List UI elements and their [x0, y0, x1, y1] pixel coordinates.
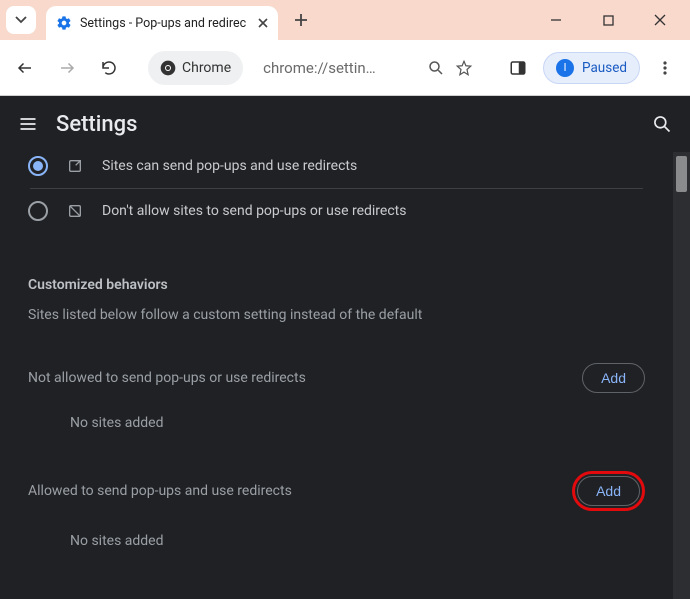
address-bar[interactable]: chrome://settin… [251, 51, 419, 85]
block-list-add-button[interactable]: Add [582, 363, 645, 393]
profile-paused-chip[interactable]: I Paused [543, 52, 640, 84]
annotation-highlight: Add [572, 471, 645, 511]
radio-allow-popups[interactable]: Sites can send pop-ups and use redirects [28, 152, 645, 188]
reload-icon [100, 59, 118, 77]
browser-tab[interactable]: Settings - Pop-ups and redirec [46, 6, 278, 40]
maximize-icon [603, 15, 614, 26]
chevron-down-icon [15, 14, 27, 26]
gear-icon [56, 15, 72, 31]
arrow-left-icon [16, 59, 34, 77]
back-button[interactable] [8, 51, 42, 85]
page-scrollbar[interactable] [673, 152, 690, 599]
page-title: Settings [56, 112, 634, 137]
forward-button[interactable] [50, 51, 84, 85]
new-tab-button[interactable] [286, 5, 316, 35]
arrow-right-icon [58, 59, 76, 77]
close-tab-button[interactable] [258, 18, 268, 28]
window-titlebar: Settings - Pop-ups and redirec [0, 0, 690, 40]
allow-list-header: Allowed to send pop-ups and use redirect… [28, 471, 645, 511]
radio-unselected-icon [28, 201, 48, 221]
block-list-label: Not allowed to send pop-ups or use redir… [28, 370, 306, 386]
dots-vertical-icon [657, 60, 673, 76]
tab-title: Settings - Pop-ups and redirec [80, 16, 246, 31]
site-info-chip[interactable]: Chrome [148, 51, 243, 85]
reload-button[interactable] [92, 51, 126, 85]
chrome-logo-icon [160, 60, 176, 76]
radio-selected-icon [28, 156, 48, 176]
close-icon [258, 18, 268, 28]
window-minimize-button[interactable] [534, 5, 578, 35]
radio-block-label: Don't allow sites to send pop-ups or use… [102, 203, 406, 219]
block-list-header: Not allowed to send pop-ups or use redir… [28, 363, 645, 393]
tab-search-button[interactable] [6, 6, 36, 34]
radio-block-popups[interactable]: Don't allow sites to send pop-ups or use… [28, 189, 645, 233]
settings-search-button[interactable] [652, 114, 672, 134]
search-icon [652, 114, 672, 134]
star-icon [455, 59, 473, 77]
custom-behaviors-heading: Customized behaviors [28, 277, 645, 293]
popup-blocked-icon [66, 202, 84, 220]
browser-toolbar: Chrome chrome://settin… I Paused [0, 40, 690, 96]
settings-menu-button[interactable] [18, 114, 38, 134]
bookmark-button[interactable] [455, 59, 473, 77]
block-list-empty: No sites added [70, 415, 645, 431]
magnifier-icon [427, 59, 445, 77]
scrollbar-thumb[interactable] [676, 156, 687, 192]
settings-page: Settings Sites can send pop-ups and use … [0, 96, 690, 599]
minimize-icon [550, 14, 562, 26]
hamburger-icon [18, 114, 38, 134]
allow-list-add-button[interactable]: Add [577, 476, 640, 506]
address-bar-text: chrome://settin… [263, 59, 376, 77]
overflow-menu-button[interactable] [648, 51, 682, 85]
settings-header: Settings [0, 96, 690, 152]
panel-icon [509, 59, 527, 77]
allow-list-empty: No sites added [70, 533, 645, 549]
zoom-button[interactable] [427, 59, 445, 77]
radio-allow-label: Sites can send pop-ups and use redirects [102, 158, 357, 174]
window-maximize-button[interactable] [586, 5, 630, 35]
window-close-button[interactable] [638, 5, 682, 35]
site-info-label: Chrome [182, 60, 231, 76]
close-icon [654, 14, 666, 26]
side-panel-button[interactable] [501, 51, 535, 85]
custom-behaviors-subtitle: Sites listed below follow a custom setti… [28, 307, 645, 323]
popup-allowed-icon [66, 157, 84, 175]
allow-list-label: Allowed to send pop-ups and use redirect… [28, 483, 292, 499]
profile-avatar: I [556, 59, 574, 77]
profile-status-label: Paused [582, 60, 627, 76]
plus-icon [294, 13, 308, 27]
